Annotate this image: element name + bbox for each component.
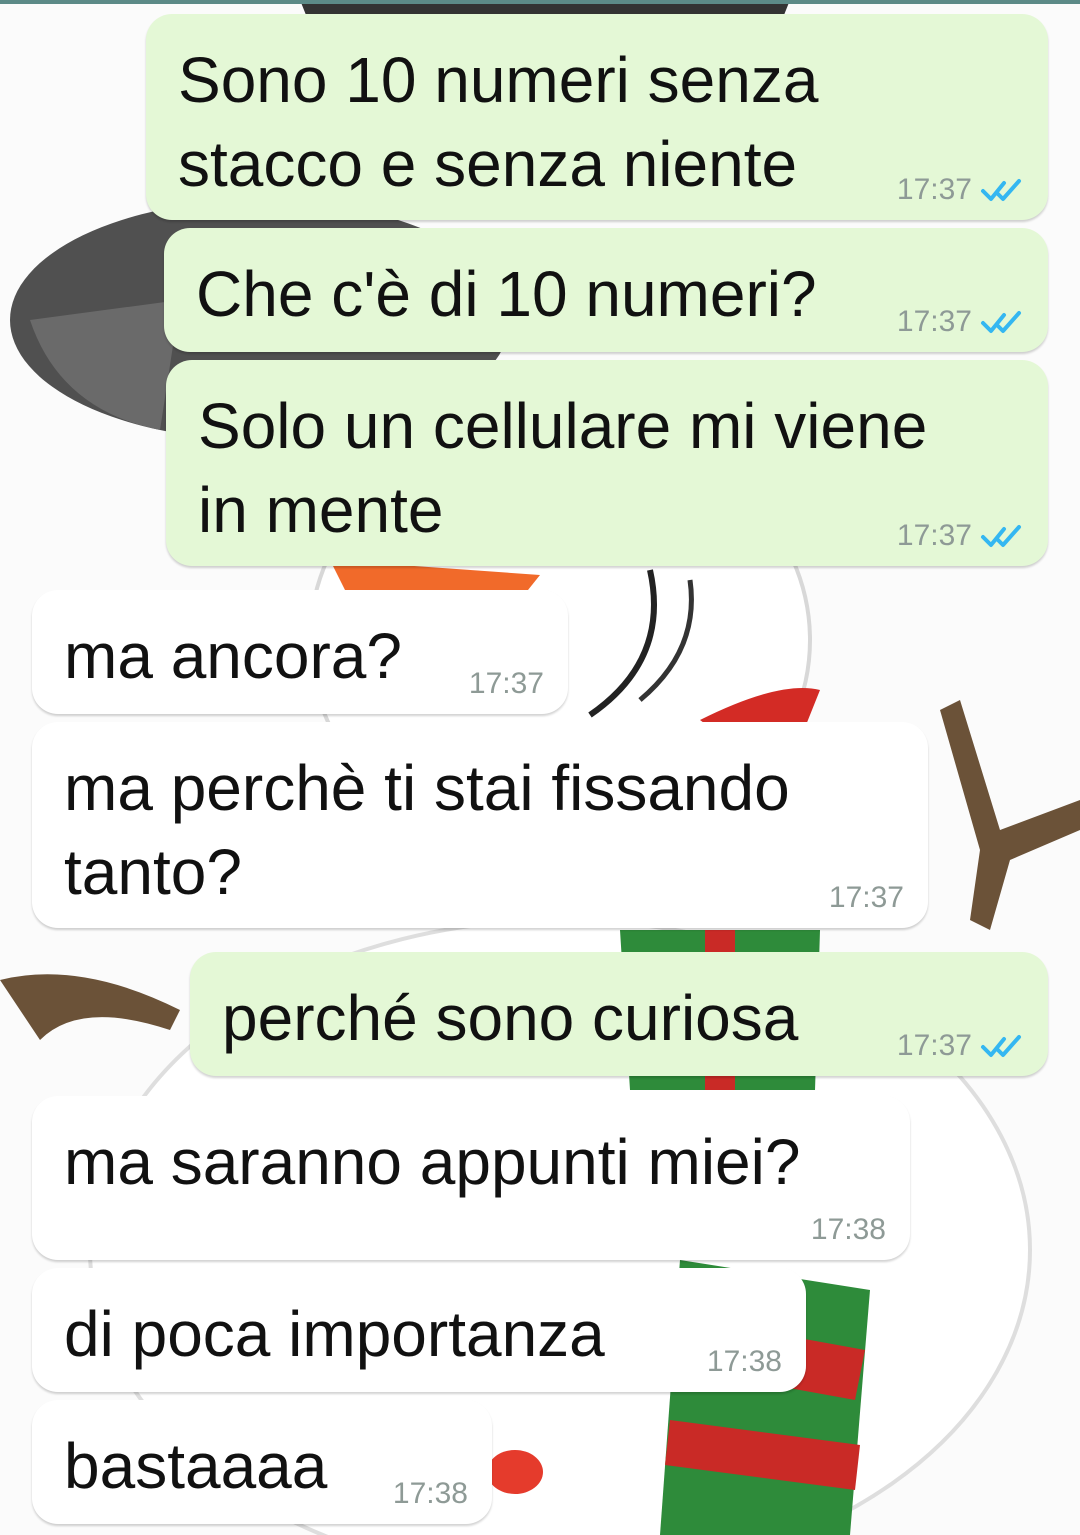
message-bubble-incoming[interactable]: ma saranno appunti miei? 17:38 <box>32 1096 910 1260</box>
message-meta: 17:37 <box>897 306 1024 338</box>
message-bubble-outgoing[interactable]: Che c'è di 10 numeri? 17:37 <box>164 228 1048 352</box>
message-time: 17:37 <box>896 173 972 206</box>
double-check-icon <box>981 1035 1021 1057</box>
double-check-icon <box>981 179 1021 201</box>
message-meta: 17:37 <box>829 882 904 914</box>
message-meta: 17:38 <box>811 1214 886 1246</box>
message-bubble-incoming[interactable]: di poca importanza 17:38 <box>32 1268 806 1392</box>
message-text: ma ancora? <box>64 620 402 692</box>
message-meta: 17:38 <box>393 1478 468 1510</box>
message-time: 17:37 <box>896 305 972 338</box>
message-time: 17:38 <box>810 1213 886 1246</box>
double-check-icon <box>981 525 1021 547</box>
message-time: 17:37 <box>468 667 544 700</box>
message-bubble-outgoing[interactable]: perché sono curiosa 17:37 <box>190 952 1048 1076</box>
top-accent-bar <box>0 0 1080 4</box>
message-text: perché sono curiosa <box>222 982 799 1054</box>
message-time: 17:38 <box>706 1345 782 1378</box>
message-meta: 17:37 <box>469 668 544 700</box>
message-meta: 17:37 <box>897 174 1024 206</box>
message-meta: 17:37 <box>897 1030 1024 1062</box>
message-text: Solo un cellulare mi viene in mente <box>198 390 928 546</box>
message-time: 17:37 <box>896 519 972 552</box>
message-bubble-incoming[interactable]: bastaaaa 17:38 <box>32 1400 492 1524</box>
message-text: Che c'è di 10 numeri? <box>196 258 817 330</box>
message-time: 17:38 <box>392 1477 468 1510</box>
message-text: bastaaaa <box>64 1430 328 1502</box>
message-time: 17:37 <box>828 881 904 914</box>
message-text: di poca importanza <box>64 1298 605 1370</box>
message-bubble-incoming[interactable]: ma ancora? 17:37 <box>32 590 568 714</box>
message-bubble-outgoing[interactable]: Solo un cellulare mi viene in mente 17:3… <box>166 360 1048 566</box>
message-bubble-incoming[interactable]: ma perchè ti stai fissando tanto? 17:37 <box>32 722 928 928</box>
message-bubble-outgoing[interactable]: Sono 10 numeri senza stacco e senza nien… <box>146 14 1048 220</box>
message-time: 17:37 <box>896 1029 972 1062</box>
message-meta: 17:38 <box>707 1346 782 1378</box>
message-text: Sono 10 numeri senza stacco e senza nien… <box>178 44 819 200</box>
message-text: ma perchè ti stai fissando tanto? <box>64 752 790 908</box>
message-meta: 17:37 <box>897 520 1024 552</box>
message-text: ma saranno appunti miei? <box>64 1126 801 1198</box>
double-check-icon <box>981 311 1021 333</box>
